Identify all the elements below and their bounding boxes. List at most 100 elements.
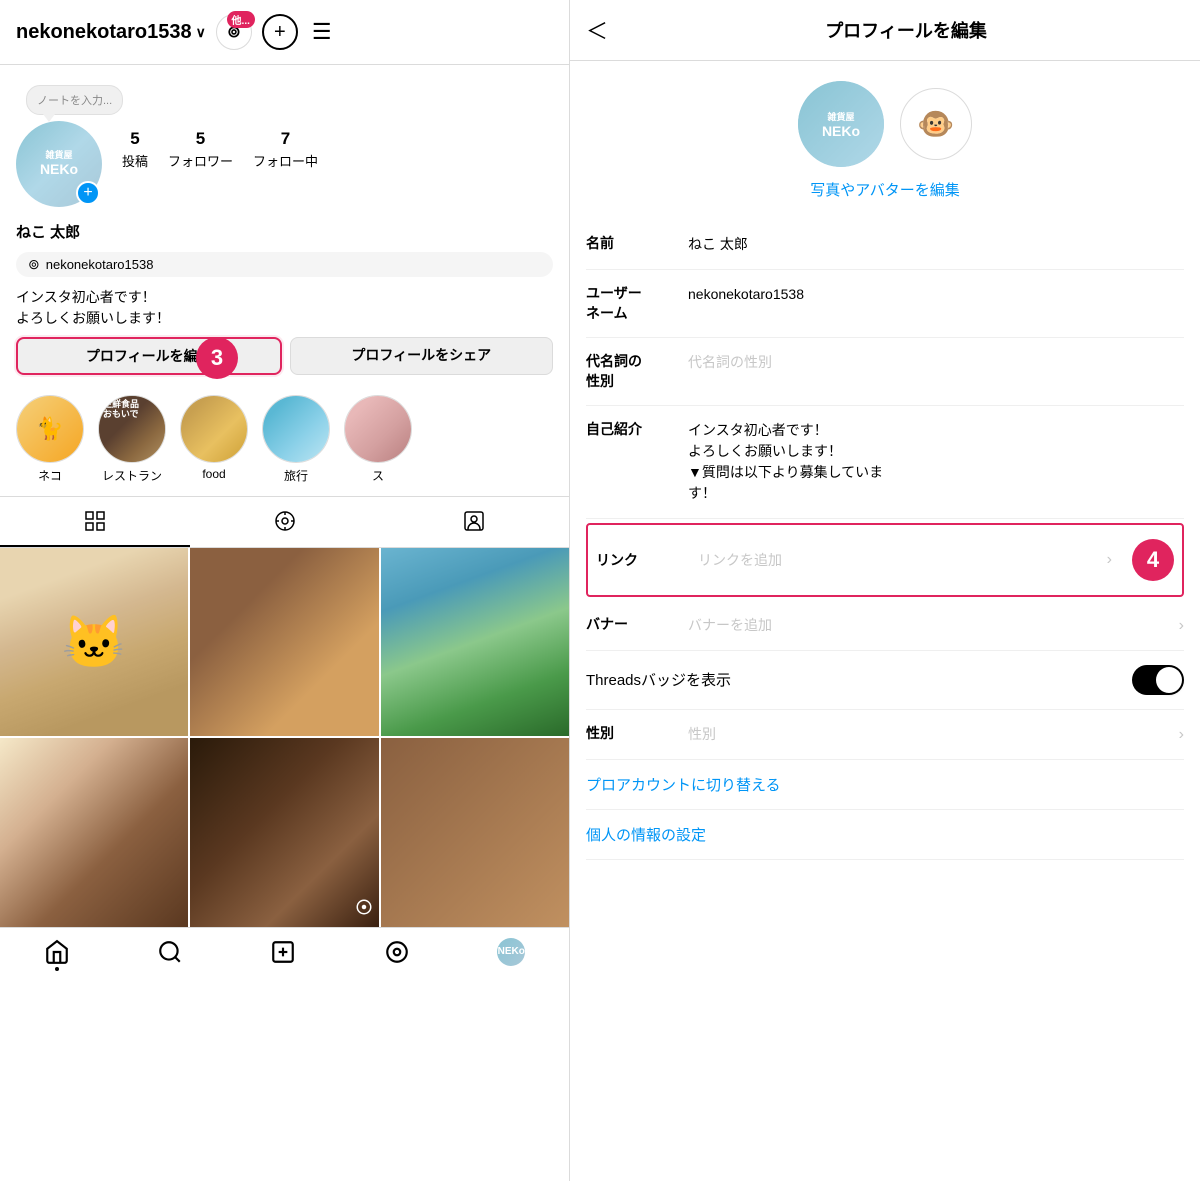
photo-grid: 🐱 bbox=[0, 548, 569, 927]
add-post-icon[interactable]: + bbox=[262, 14, 298, 50]
highlight-cat[interactable]: 🐈 ネコ bbox=[16, 395, 84, 484]
display-name: ねこ 太郎 bbox=[16, 221, 553, 242]
edit-photo-link[interactable]: 写真やアバターを編集 bbox=[810, 179, 959, 200]
highlight-circle-cat: 🐈 bbox=[16, 395, 84, 463]
name-label: 名前 bbox=[586, 234, 676, 254]
followers-count: 5 bbox=[196, 129, 205, 149]
photo-cell-1[interactable]: 🐱 bbox=[0, 548, 188, 736]
avatar-container: ノートを入力... 雑貨屋 NEKo + bbox=[16, 121, 102, 207]
form-row-bio[interactable]: 自己紹介 インスタ初心者です！よろしくお願いします！▼質問は以下より募集していま… bbox=[586, 406, 1184, 519]
highlights-row: 🐈 ネコ 生鮮食品おもいで レストラン food bbox=[0, 387, 569, 496]
photo-cell-4[interactable] bbox=[0, 738, 188, 926]
edit-profile-button[interactable]: プロフィールを編集 bbox=[16, 337, 282, 375]
form-rows: 名前 ねこ 太郎 ユーザーネーム nekonekotaro1538 代名詞の性別… bbox=[586, 220, 1184, 760]
pronoun-label: 代名詞の性別 bbox=[586, 352, 676, 391]
bottom-nav-add[interactable] bbox=[270, 939, 296, 965]
edit-profile-content: 雑貨屋 NEKo 🐵 写真やアバターを編集 名前 ねこ 太郎 bbox=[570, 61, 1200, 1181]
page-title: プロフィールを編集 bbox=[628, 17, 1184, 43]
photo-cell-5[interactable] bbox=[190, 738, 378, 926]
personal-info-link[interactable]: 個人の情報の設定 bbox=[586, 810, 1184, 860]
posts-count: 5 bbox=[130, 129, 139, 149]
highlight-label-travel: 旅行 bbox=[284, 467, 308, 484]
highlight-circle-restaurant: 生鮮食品おもいで bbox=[98, 395, 166, 463]
bottom-nav: NEKo bbox=[0, 927, 569, 982]
hamburger-menu-icon[interactable]: ☰ bbox=[312, 19, 332, 45]
step4-badge: 4 bbox=[1132, 539, 1174, 581]
highlight-label-more: ス bbox=[372, 467, 384, 484]
highlight-food[interactable]: food bbox=[180, 395, 248, 484]
bio-label: 自己紹介 bbox=[586, 420, 676, 440]
pro-account-link[interactable]: プロアカウントに切り替える bbox=[586, 760, 1184, 810]
left-panel: nekonekotaro1538 ∨ ⊚ 他... + ☰ ノートを入力... bbox=[0, 0, 570, 1181]
highlight-circle-more bbox=[344, 395, 412, 463]
photo-cell-6[interactable] bbox=[381, 738, 569, 926]
form-row-pronoun[interactable]: 代名詞の性別 代名詞の性別 bbox=[586, 338, 1184, 406]
following-stat[interactable]: 7 フォロー中 bbox=[253, 129, 318, 170]
highlight-circle-travel bbox=[262, 395, 330, 463]
form-row-gender[interactable]: 性別 性別 › bbox=[586, 710, 1184, 760]
photo-cell-2[interactable] bbox=[190, 548, 378, 736]
edit-avatar-section: 雑貨屋 NEKo 🐵 写真やアバターを編集 bbox=[586, 81, 1184, 200]
form-row-threads-badge: Threadsバッジを表示 bbox=[586, 651, 1184, 710]
highlight-restaurant[interactable]: 生鮮食品おもいで レストラン bbox=[98, 395, 166, 484]
share-profile-button[interactable]: プロフィールをシェア bbox=[290, 337, 554, 375]
username-value-form: nekonekotaro1538 bbox=[688, 284, 1184, 305]
stats-row: 5 投稿 5 フォロワー 7 フォロー中 bbox=[122, 129, 318, 170]
threads-handle[interactable]: ⊚ nekonekotaro1538 bbox=[16, 252, 553, 277]
bottom-nav-search[interactable] bbox=[157, 939, 183, 965]
link-label: リンク bbox=[596, 551, 686, 571]
following-label: フォロー中 bbox=[253, 151, 318, 170]
banner-label: バナー bbox=[586, 615, 676, 635]
posts-label: 投稿 bbox=[122, 151, 148, 170]
threads-handle-text: nekonekotaro1538 bbox=[46, 257, 154, 272]
link-value: リンクを追加 bbox=[698, 550, 1095, 571]
photo-cell-3[interactable] bbox=[381, 548, 569, 736]
tabs-row bbox=[0, 496, 569, 548]
form-row-banner[interactable]: バナー バナーを追加 › bbox=[586, 601, 1184, 651]
bottom-nav-home[interactable] bbox=[44, 939, 70, 965]
edit-avatar-main[interactable]: 雑貨屋 NEKo bbox=[798, 81, 884, 167]
banner-chevron-icon: › bbox=[1179, 617, 1184, 635]
highlight-travel[interactable]: 旅行 bbox=[262, 395, 330, 484]
pronoun-value: 代名詞の性別 bbox=[688, 352, 1184, 373]
notification-badge: 他... bbox=[227, 11, 255, 28]
name-value: ねこ 太郎 bbox=[688, 234, 1184, 255]
avatar-add-button[interactable]: + bbox=[76, 181, 100, 205]
right-panel: ＜ プロフィールを編集 雑貨屋 NEKo bbox=[570, 0, 1200, 1181]
edit-avatar-secondary[interactable]: 🐵 bbox=[900, 88, 972, 160]
bio-text: インスタ初心者です！よろしくお願いします！ bbox=[16, 287, 553, 329]
home-active-dot bbox=[55, 967, 59, 971]
note-text: ノートを入力... bbox=[37, 95, 112, 107]
tab-tagged[interactable] bbox=[379, 497, 569, 547]
username-label: nekonekotaro1538 bbox=[16, 21, 192, 44]
edit-avatars: 雑貨屋 NEKo 🐵 bbox=[798, 81, 972, 167]
top-nav-right: ＜ プロフィールを編集 bbox=[570, 0, 1200, 61]
form-row-link[interactable]: リンク リンクを追加 › 4 bbox=[586, 523, 1184, 597]
note-bubble[interactable]: ノートを入力... bbox=[26, 85, 123, 115]
tab-grid[interactable] bbox=[0, 497, 190, 547]
username-label-form: ユーザーネーム bbox=[586, 284, 676, 323]
followers-label: フォロワー bbox=[168, 151, 233, 170]
back-arrow-icon[interactable]: ＜ bbox=[586, 14, 608, 46]
toggle-knob bbox=[1156, 667, 1182, 693]
tab-reels[interactable] bbox=[190, 497, 380, 547]
form-row-username[interactable]: ユーザーネーム nekonekotaro1538 bbox=[586, 270, 1184, 338]
highlight-more[interactable]: ス bbox=[344, 395, 412, 484]
gender-chevron-icon: › bbox=[1179, 726, 1184, 744]
gender-value: 性別 bbox=[688, 724, 1167, 745]
threads-badge-toggle[interactable] bbox=[1132, 665, 1184, 695]
bottom-nav-reels[interactable] bbox=[384, 939, 410, 965]
following-count: 7 bbox=[281, 129, 290, 149]
profile-buttons: プロフィールを編集 3 プロフィールをシェア bbox=[0, 337, 569, 387]
threads-icon[interactable]: ⊚ 他... bbox=[216, 14, 252, 50]
highlight-circle-food bbox=[180, 395, 248, 463]
username-nav[interactable]: nekonekotaro1538 ∨ bbox=[16, 21, 206, 44]
form-row-name[interactable]: 名前 ねこ 太郎 bbox=[586, 220, 1184, 270]
followers-stat[interactable]: 5 フォロワー bbox=[168, 129, 233, 170]
profile-section: ノートを入力... 雑貨屋 NEKo + 5 投稿 bbox=[0, 65, 569, 337]
step3-badge: 3 bbox=[196, 337, 238, 379]
highlight-label-food: food bbox=[202, 467, 225, 481]
banner-value: バナーを追加 bbox=[688, 615, 1167, 636]
bottom-nav-profile[interactable]: NEKo bbox=[497, 938, 525, 966]
bio-value: インスタ初心者です！よろしくお願いします！▼質問は以下より募集しています！ bbox=[688, 420, 1184, 504]
